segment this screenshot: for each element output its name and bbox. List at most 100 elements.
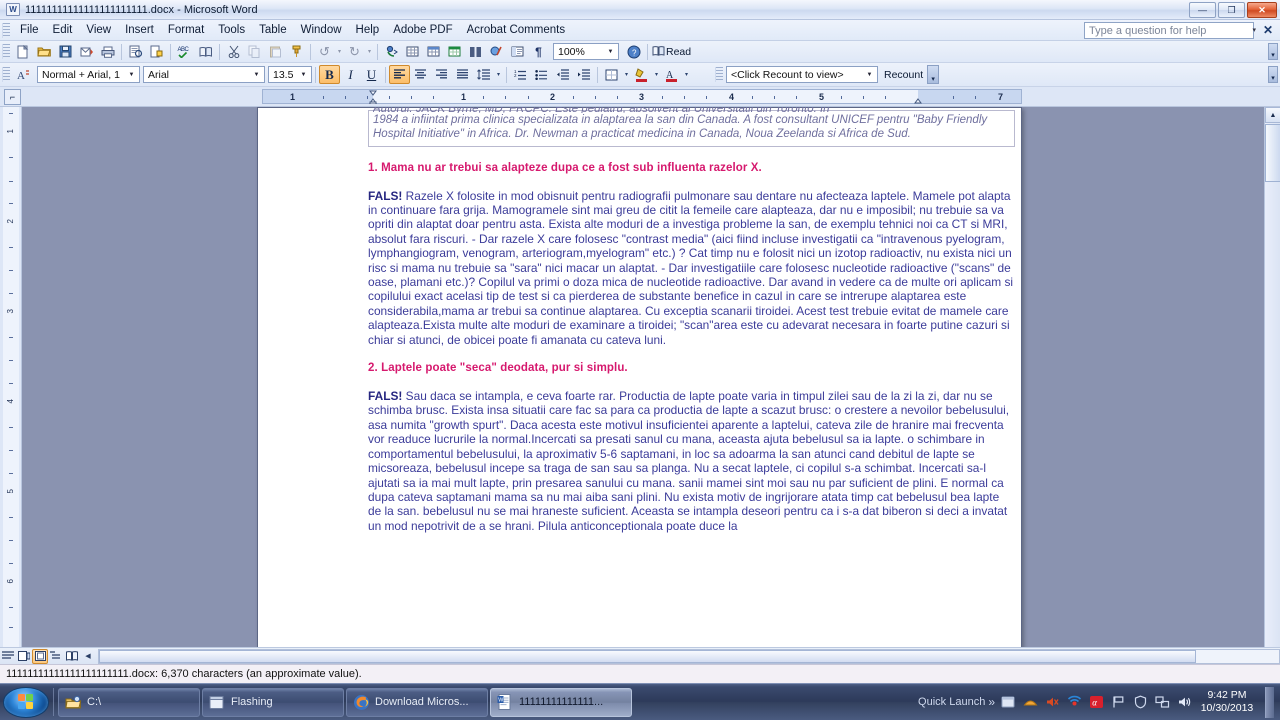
- normal-view-button[interactable]: [0, 649, 16, 664]
- italic-button[interactable]: I: [340, 65, 361, 84]
- font-color-icon[interactable]: A: [661, 65, 682, 84]
- align-left-icon[interactable]: [389, 65, 410, 84]
- horizontal-scroll-thumb[interactable]: [99, 649, 1197, 663]
- bulleted-list-icon[interactable]: [531, 65, 552, 84]
- read-button-label[interactable]: Read: [666, 46, 691, 58]
- word-count-toolbar-options-button[interactable]: ▾: [927, 65, 940, 84]
- formatting-toolbar-grip[interactable]: [2, 67, 10, 82]
- undo-dropdown-icon[interactable]: ▾: [335, 42, 344, 61]
- new-document-icon[interactable]: [13, 42, 34, 61]
- reading-layout-view-button[interactable]: [64, 649, 80, 664]
- network-wireless-icon[interactable]: [1066, 694, 1083, 711]
- volume-mute-icon[interactable]: [1044, 694, 1061, 711]
- font-combo[interactable]: Arial ▼: [143, 66, 265, 83]
- font-size-combo[interactable]: 13.5 ▼: [268, 66, 312, 83]
- redo-dropdown-icon[interactable]: ▾: [365, 42, 374, 61]
- chevron-down-icon[interactable]: ▼: [126, 72, 137, 78]
- chevron-down-icon[interactable]: ▾: [1252, 26, 1256, 34]
- speaker-icon[interactable]: [1176, 694, 1193, 711]
- document-page[interactable]: Autorul: JACK Byrne, MD, FRCPC. Este ped…: [257, 107, 1022, 647]
- email-icon[interactable]: [76, 42, 97, 61]
- underline-button[interactable]: U: [361, 65, 382, 84]
- decrease-indent-icon[interactable]: [552, 65, 573, 84]
- menu-window[interactable]: Window: [294, 22, 349, 38]
- insert-table-icon[interactable]: [423, 42, 444, 61]
- help-button-icon[interactable]: ?: [623, 42, 644, 61]
- flag-action-center-icon[interactable]: [1110, 694, 1127, 711]
- tables-and-borders-icon[interactable]: [402, 42, 423, 61]
- increase-indent-icon[interactable]: [573, 65, 594, 84]
- vertical-scrollbar[interactable]: ▲: [1264, 107, 1280, 647]
- menu-tools[interactable]: Tools: [211, 22, 252, 38]
- minimize-button[interactable]: —: [1189, 2, 1216, 18]
- formatting-toolbar-options-button[interactable]: ▾: [1268, 66, 1278, 83]
- styles-and-formatting-icon[interactable]: A: [13, 65, 34, 84]
- columns-icon[interactable]: [465, 42, 486, 61]
- format-painter-icon[interactable]: [286, 42, 307, 61]
- left-tab-stop-icon[interactable]: ⌐: [4, 88, 21, 105]
- ruler-strip[interactable]: 1 1 2 3 4 5 7: [262, 89, 1022, 105]
- chevron-down-icon[interactable]: ▼: [605, 49, 616, 55]
- undo-icon[interactable]: ↺: [314, 42, 335, 61]
- close-button[interactable]: ✕: [1247, 2, 1277, 18]
- task-button-word[interactable]: W 11111111111111...: [490, 687, 632, 717]
- vertical-scroll-thumb[interactable]: [1265, 124, 1280, 182]
- quick-launch-chevron-icon[interactable]: »: [988, 695, 995, 709]
- line-spacing-dropdown-icon[interactable]: ▾: [494, 65, 503, 84]
- show-desktop-icon[interactable]: [1000, 694, 1017, 711]
- document-map-icon[interactable]: [507, 42, 528, 61]
- menu-help[interactable]: Help: [349, 22, 387, 38]
- standard-toolbar-grip[interactable]: [2, 44, 10, 59]
- copy-icon[interactable]: [244, 42, 265, 61]
- right-indent-marker[interactable]: [914, 90, 922, 104]
- chevron-down-icon[interactable]: ▼: [298, 72, 309, 78]
- redo-icon[interactable]: ↻: [344, 42, 365, 61]
- print-layout-view-button[interactable]: [32, 648, 48, 664]
- style-combo[interactable]: Normal + Arial, 1 ▼: [37, 66, 140, 83]
- document-canvas[interactable]: Autorul: JACK Byrne, MD, FRCPC. Este ped…: [22, 107, 1280, 647]
- numbered-list-icon[interactable]: 12: [510, 65, 531, 84]
- save-icon[interactable]: [55, 42, 76, 61]
- restore-button[interactable]: ❐: [1218, 2, 1245, 18]
- show-formatting-marks-icon[interactable]: ¶: [528, 42, 549, 61]
- highlight-dropdown-icon[interactable]: ▾: [652, 65, 661, 84]
- horizontal-scrollbar[interactable]: [98, 648, 1280, 664]
- menu-acrobat-comments[interactable]: Acrobat Comments: [460, 22, 572, 38]
- word-count-combo[interactable]: <Click Recount to view> ▼: [726, 66, 878, 83]
- bold-button[interactable]: B: [319, 65, 340, 84]
- show-desktop-button[interactable]: [1265, 686, 1274, 718]
- word-count-toolbar-grip[interactable]: [715, 67, 723, 82]
- menu-format[interactable]: Format: [161, 22, 211, 38]
- drawing-icon[interactable]: [486, 42, 507, 61]
- menu-table[interactable]: Table: [252, 22, 294, 38]
- read-icon[interactable]: [651, 42, 665, 61]
- task-button-flashing[interactable]: Flashing: [202, 687, 344, 717]
- chevron-down-icon[interactable]: ▼: [864, 72, 875, 78]
- align-center-icon[interactable]: [410, 65, 431, 84]
- outside-border-icon[interactable]: [601, 65, 622, 84]
- clock[interactable]: 9:42 PM 10/30/2013: [1198, 689, 1256, 715]
- horizontal-ruler[interactable]: ⌐ 1 1 2 3 4 5 7: [0, 87, 1280, 107]
- zoom-combo[interactable]: 100% ▼: [553, 43, 619, 60]
- research-icon[interactable]: [195, 42, 216, 61]
- border-dropdown-icon[interactable]: ▾: [622, 65, 631, 84]
- paste-icon[interactable]: [265, 42, 286, 61]
- align-right-icon[interactable]: [431, 65, 452, 84]
- insert-hyperlink-icon[interactable]: [381, 42, 402, 61]
- menu-edit[interactable]: Edit: [46, 22, 80, 38]
- scroll-up-button[interactable]: ▲: [1265, 107, 1280, 123]
- chevron-down-icon[interactable]: ▼: [251, 72, 262, 78]
- network-icon[interactable]: [1154, 694, 1171, 711]
- insert-excel-worksheet-icon[interactable]: [444, 42, 465, 61]
- cut-icon[interactable]: [223, 42, 244, 61]
- help-search-input[interactable]: Type a question for help: [1084, 22, 1254, 39]
- permission-icon[interactable]: [146, 42, 167, 61]
- start-orb-button[interactable]: [3, 686, 49, 718]
- print-icon[interactable]: [97, 42, 118, 61]
- task-button-explorer[interactable]: C:\: [58, 687, 200, 717]
- standard-toolbar-options-button[interactable]: ▾: [1268, 43, 1278, 60]
- avira-antivirus-icon[interactable]: α: [1088, 694, 1105, 711]
- highlight-color-icon[interactable]: [631, 65, 652, 84]
- line-spacing-icon[interactable]: [473, 65, 494, 84]
- menu-adobe-pdf[interactable]: Adobe PDF: [386, 22, 459, 38]
